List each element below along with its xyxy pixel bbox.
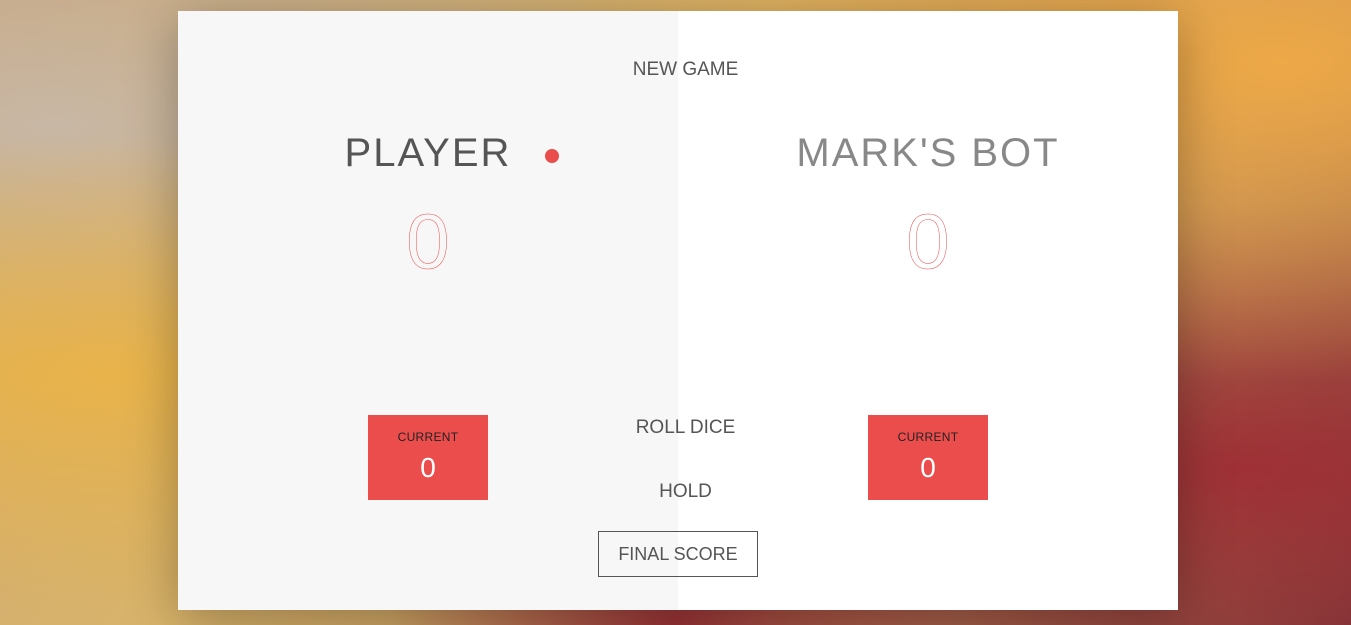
game-wrapper: PLAYER 0 CURRENT 0 MARK'S BOT 0 CURRENT … — [178, 11, 1178, 610]
final-score-input[interactable] — [598, 531, 758, 577]
player-0-name: PLAYER — [344, 131, 512, 175]
roll-dice-button[interactable]: ROLL DICE — [598, 415, 773, 441]
player-0-score: 0 — [406, 197, 450, 286]
active-player-dot-icon — [545, 149, 559, 163]
player-1-current-box: CURRENT 0 — [868, 415, 988, 500]
new-game-button[interactable]: NEW GAME — [598, 57, 773, 83]
player-1-score: 0 — [906, 197, 950, 286]
player-0-current-score: 0 — [420, 452, 436, 483]
player-1-current-label: CURRENT — [897, 430, 959, 444]
player-0-current-label: CURRENT — [397, 430, 459, 444]
hold-button[interactable]: HOLD — [598, 479, 773, 505]
player-0-panel: PLAYER 0 CURRENT 0 — [178, 11, 678, 610]
player-1-current-score: 0 — [920, 452, 936, 483]
player-1-name: MARK'S BOT — [796, 131, 1060, 175]
player-1-panel: MARK'S BOT 0 CURRENT 0 — [678, 11, 1178, 610]
player-0-current-box: CURRENT 0 — [368, 415, 488, 500]
